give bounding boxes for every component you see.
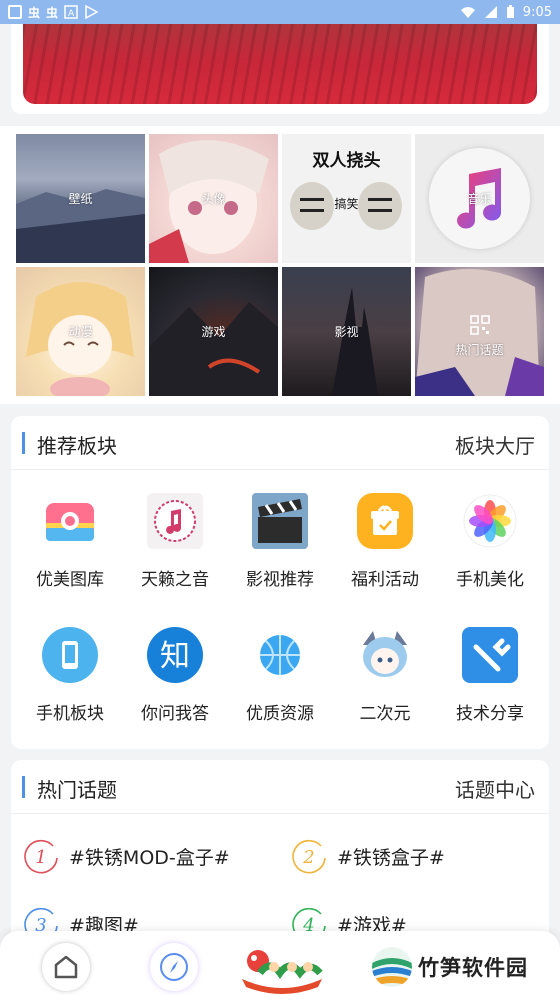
section-title: 热门话题 xyxy=(37,778,117,802)
meme-face-icon xyxy=(358,182,402,230)
tile-avatar[interactable]: 头像 xyxy=(149,134,278,263)
tile-label: 影视 xyxy=(334,325,359,339)
topic-item[interactable]: 1 #铁锈MOD-盒子# xyxy=(23,838,230,874)
board-item-tech[interactable]: 技术分享 xyxy=(438,627,542,724)
music-note-icon xyxy=(147,493,203,549)
banner-card xyxy=(11,24,549,114)
meme-face-icon xyxy=(290,182,334,230)
board-item-label: 福利活动 xyxy=(351,570,419,590)
board-item-movies[interactable]: 影视推荐 xyxy=(228,493,332,590)
play-store-icon xyxy=(85,5,99,19)
svg-text:1: 1 xyxy=(35,847,46,868)
board-item-label: 你问我答 xyxy=(141,704,209,724)
svg-text:A: A xyxy=(68,9,75,19)
svg-text:2: 2 xyxy=(302,847,314,868)
board-item-gallery[interactable]: 优美图库 xyxy=(18,493,122,590)
wifi-icon xyxy=(460,7,475,18)
watermark-text: 竹笋软件园 xyxy=(418,956,528,980)
tile-wallpaper[interactable]: 壁纸 xyxy=(16,134,145,263)
home-tab[interactable] xyxy=(42,943,90,991)
tile-funny[interactable]: 双人挠头 搞笑 xyxy=(282,134,411,263)
banner-image[interactable] xyxy=(23,24,537,104)
battery-icon xyxy=(506,5,514,18)
app-screen: 虫 虫 A 9:05 壁纸 头像 双人挠头 搞笑 音乐 动漫 游戏 影视 热门话… xyxy=(0,0,560,995)
discover-tab[interactable] xyxy=(150,943,198,991)
phone-icon xyxy=(42,627,98,683)
clock: 9:05 xyxy=(522,4,552,20)
board-item-music[interactable]: 天籁之音 xyxy=(123,493,227,590)
section-header: 推荐板块 板块大厅 xyxy=(11,416,549,470)
wrench-icon xyxy=(462,627,518,683)
tile-hot-topics[interactable]: 热门话题 xyxy=(415,267,544,396)
tile-anime[interactable]: 动漫 xyxy=(16,267,145,396)
board-item-phone[interactable]: 手机板块 xyxy=(18,627,122,724)
topic-label: #铁锈盒子# xyxy=(337,846,445,869)
watermark: 竹笋软件园 xyxy=(372,947,528,987)
anime-girl-icon xyxy=(357,627,413,683)
gift-icon xyxy=(357,493,413,549)
notification-box-icon xyxy=(8,5,22,19)
tile-games[interactable]: 游戏 xyxy=(149,267,278,396)
signal-icon xyxy=(484,6,497,18)
board-item-label: 优美图库 xyxy=(36,570,104,590)
board-hall-link[interactable]: 板块大厅 xyxy=(455,430,535,459)
board-item-acg[interactable]: 二次元 xyxy=(333,627,437,724)
board-item-resources[interactable]: 优质资源 xyxy=(228,627,332,724)
board-item-label: 手机美化 xyxy=(456,570,524,590)
tile-label: 壁纸 xyxy=(68,192,93,206)
status-bar: 虫 虫 A 9:05 xyxy=(0,0,560,24)
board-item-label: 优质资源 xyxy=(246,704,314,724)
board-item-label: 天籁之音 xyxy=(141,570,209,590)
zhi-icon: 知 xyxy=(147,627,203,683)
tile-music[interactable]: 音乐 xyxy=(415,134,544,263)
board-item-label: 二次元 xyxy=(359,704,411,724)
category-grid: 壁纸 头像 双人挠头 搞笑 音乐 动漫 游戏 影视 热门话题 xyxy=(0,126,560,404)
section-header: 热门话题 话题中心 xyxy=(11,760,549,814)
a-icon: A xyxy=(64,5,78,19)
tile-label: 搞笑 xyxy=(334,197,359,211)
tile-label: 音乐 xyxy=(467,192,492,206)
board-item-beautify[interactable]: 手机美化 xyxy=(438,493,542,590)
clapperboard-icon xyxy=(252,493,308,549)
compass-icon xyxy=(160,953,188,981)
qr-code-icon xyxy=(470,315,490,335)
rank-2-icon: 2 xyxy=(291,838,327,874)
basketball-icon xyxy=(252,627,308,683)
tile-label: 动漫 xyxy=(68,325,93,339)
board-item-qa[interactable]: 知 你问我答 xyxy=(123,627,227,724)
board-item-label: 技术分享 xyxy=(456,704,524,724)
section-accent-bar xyxy=(22,776,25,798)
board-item-label: 影视推荐 xyxy=(246,570,314,590)
tile-label: 热门话题 xyxy=(455,343,504,357)
site-logo-icon xyxy=(372,947,412,987)
bottom-nav: 竹笋软件园 xyxy=(0,931,560,995)
home-icon xyxy=(54,955,78,979)
camera-icon xyxy=(42,493,98,549)
status-glyph: 虫 xyxy=(46,5,59,20)
recommend-section: 推荐板块 板块大厅 优美图库 天籁之音 影视推荐 福利活动 手机美化 手机板块 … xyxy=(11,416,549,749)
svg-text:知: 知 xyxy=(160,639,190,674)
topic-center-link[interactable]: 话题中心 xyxy=(455,774,535,803)
dragon-boat-icon[interactable] xyxy=(240,939,324,995)
section-title: 推荐板块 xyxy=(37,434,117,458)
topic-item[interactable]: 2 #铁锈盒子# xyxy=(291,838,445,874)
tile-label: 游戏 xyxy=(201,325,226,339)
tile-label: 头像 xyxy=(201,192,226,206)
rank-1-icon: 1 xyxy=(23,838,59,874)
topic-label: #铁锈MOD-盒子# xyxy=(69,846,230,869)
tile-movies[interactable]: 影视 xyxy=(282,267,411,396)
status-glyph: 虫 xyxy=(28,5,41,20)
meme-title: 双人挠头 xyxy=(312,151,381,171)
section-accent-bar xyxy=(22,432,25,454)
flower-icon xyxy=(462,493,518,549)
board-item-label: 手机板块 xyxy=(36,704,104,724)
board-item-welfare[interactable]: 福利活动 xyxy=(333,493,437,590)
